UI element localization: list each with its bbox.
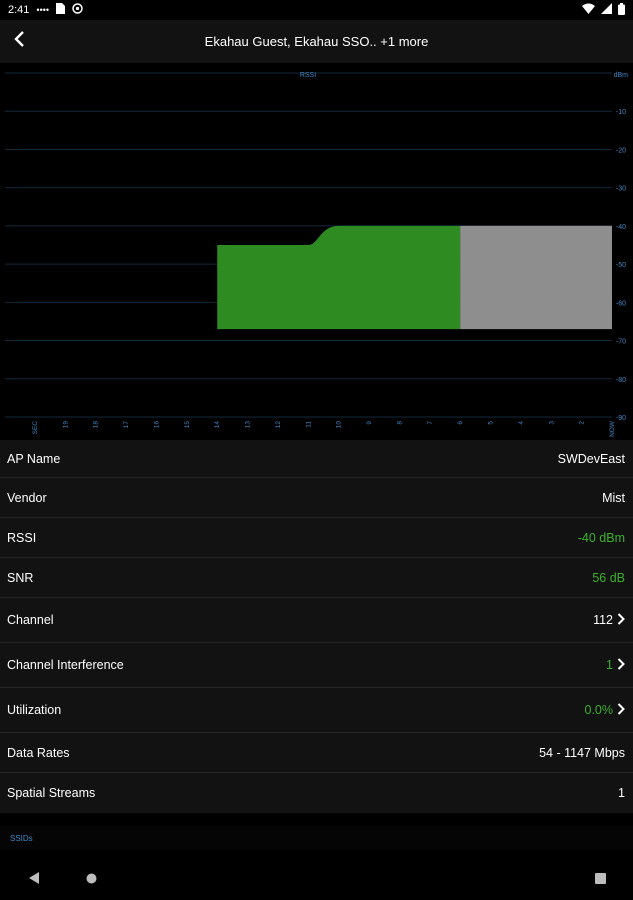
wifi-icon (582, 3, 595, 17)
chart-title: RSSI (300, 72, 316, 79)
info-label: Spatial Streams (7, 786, 96, 800)
x-tick-label: 7 (427, 421, 434, 425)
info-label: AP Name (7, 451, 61, 466)
info-row-spatial-streams: Spatial Streams 1 (0, 773, 633, 813)
status-bar: 2:41 •••• (0, 0, 633, 20)
chevron-right-icon (617, 702, 625, 718)
info-value: 112 (593, 613, 613, 627)
sim-icon (56, 3, 66, 17)
series-area-2 (460, 225, 612, 330)
info-row-ap-name: AP Name SWDevEast (0, 440, 633, 478)
info-row-rssi: RSSI -40 dBm (0, 518, 633, 558)
rssi-chart: RSSI dBm -10 -20 -30 -40 -50 -60 -70 -80 -90 SEC 19 1… (0, 63, 633, 440)
y-tick-label: -60 (616, 300, 626, 307)
info-value: 0.0% (584, 703, 614, 717)
status-time: 2:41 (8, 4, 30, 16)
info-row-vendor: Vendor Mist (0, 478, 633, 518)
x-tick-label: 8 (396, 421, 403, 425)
info-label: Data Rates (7, 745, 70, 760)
system-nav-bar (0, 858, 633, 900)
info-label: SNR (7, 570, 34, 585)
x-tick-label: NOW (609, 420, 616, 437)
app-bar: Ekahau Guest, Ekahau SSO.. +1 more (0, 20, 633, 63)
x-tick-label: SEC (32, 421, 39, 435)
info-label: RSSI (7, 530, 37, 545)
rssi-chart-svg: RSSI dBm -10 -20 -30 -40 -50 -60 -70 -80 -90 SEC 19 1… (5, 72, 629, 437)
y-tick-label: -20 (616, 147, 626, 154)
x-tick-label: 17 (123, 421, 130, 429)
x-tick-label: 15 (184, 421, 191, 429)
info-value: 1 (618, 786, 625, 800)
signal-icon (601, 3, 612, 17)
y-tick-label: -10 (616, 109, 626, 116)
chevron-right-icon (617, 657, 625, 673)
x-tick-label: 4 (518, 421, 525, 425)
info-row-data-rates: Data Rates 54 - 1147 Mbps (0, 733, 633, 773)
info-row-snr: SNR 56 dB (0, 558, 633, 598)
y-tick-label: -50 (616, 262, 626, 269)
info-label: Vendor (7, 490, 47, 505)
y-tick-label: -30 (616, 186, 626, 193)
x-tick-label: 9 (366, 421, 373, 425)
y-tick-label: -70 (616, 339, 626, 346)
status-right (582, 2, 625, 18)
info-label: Channel (7, 613, 54, 627)
x-tick-label: 18 (93, 421, 100, 429)
back-arrow-icon (13, 30, 25, 52)
info-value: SWDevEast (557, 451, 625, 466)
y-tick-label: -40 (616, 224, 626, 231)
nav-recents-button[interactable] (590, 870, 610, 890)
x-tick-label: 19 (62, 421, 69, 429)
y-axis-unit-label: dBm (614, 72, 629, 79)
x-tick-label: 14 (214, 421, 221, 429)
info-label: Utilization (7, 703, 62, 717)
info-value: -40 dBm (577, 530, 625, 545)
x-tick-label: 13 (245, 421, 252, 429)
nav-recents-icon (594, 871, 606, 889)
x-tick-label: 10 (336, 421, 343, 429)
x-tick-label: 16 (153, 421, 160, 429)
data-saver-icon (72, 3, 83, 17)
back-button[interactable] (4, 26, 34, 56)
nav-home-button[interactable] (81, 870, 101, 890)
info-value: 56 dB (592, 570, 625, 585)
x-tick-label: 12 (275, 421, 282, 429)
x-tick-label: 3 (548, 421, 555, 425)
x-tick-label: 11 (305, 421, 312, 428)
info-row-channel[interactable]: Channel 112 (0, 598, 633, 643)
status-left: 2:41 •••• (8, 3, 83, 17)
info-row-channel-interference[interactable]: Channel Interference 1 (0, 643, 633, 688)
series-area-1 (217, 225, 461, 330)
status-dots: •••• (36, 5, 50, 15)
nav-home-icon (86, 871, 97, 889)
info-label: Channel Interference (7, 658, 124, 672)
page-title: Ekahau Guest, Ekahau SSO.. +1 more (204, 34, 429, 49)
y-tick-label: -80 (616, 377, 626, 384)
info-row-utilization[interactable]: Utilization 0.0% (0, 688, 633, 733)
ssids-label: SSIDs (10, 833, 33, 843)
chevron-right-icon (617, 612, 625, 628)
ap-info-list: AP Name SWDevEast Vendor Mist RSSI -40 d… (0, 440, 633, 813)
y-tick-label: -90 (616, 415, 626, 422)
battery-icon (618, 2, 625, 18)
x-tick-label: 5 (488, 421, 495, 425)
info-value: 1 (606, 658, 613, 672)
nav-back-icon (28, 871, 40, 889)
x-tick-label: 2 (579, 421, 586, 425)
x-tick-label: 6 (457, 421, 464, 425)
info-value: Mist (602, 490, 625, 505)
info-value: 54 - 1147 Mbps (539, 745, 625, 760)
ssids-section-header: SSIDs (0, 826, 633, 850)
nav-back-button[interactable] (24, 870, 44, 890)
